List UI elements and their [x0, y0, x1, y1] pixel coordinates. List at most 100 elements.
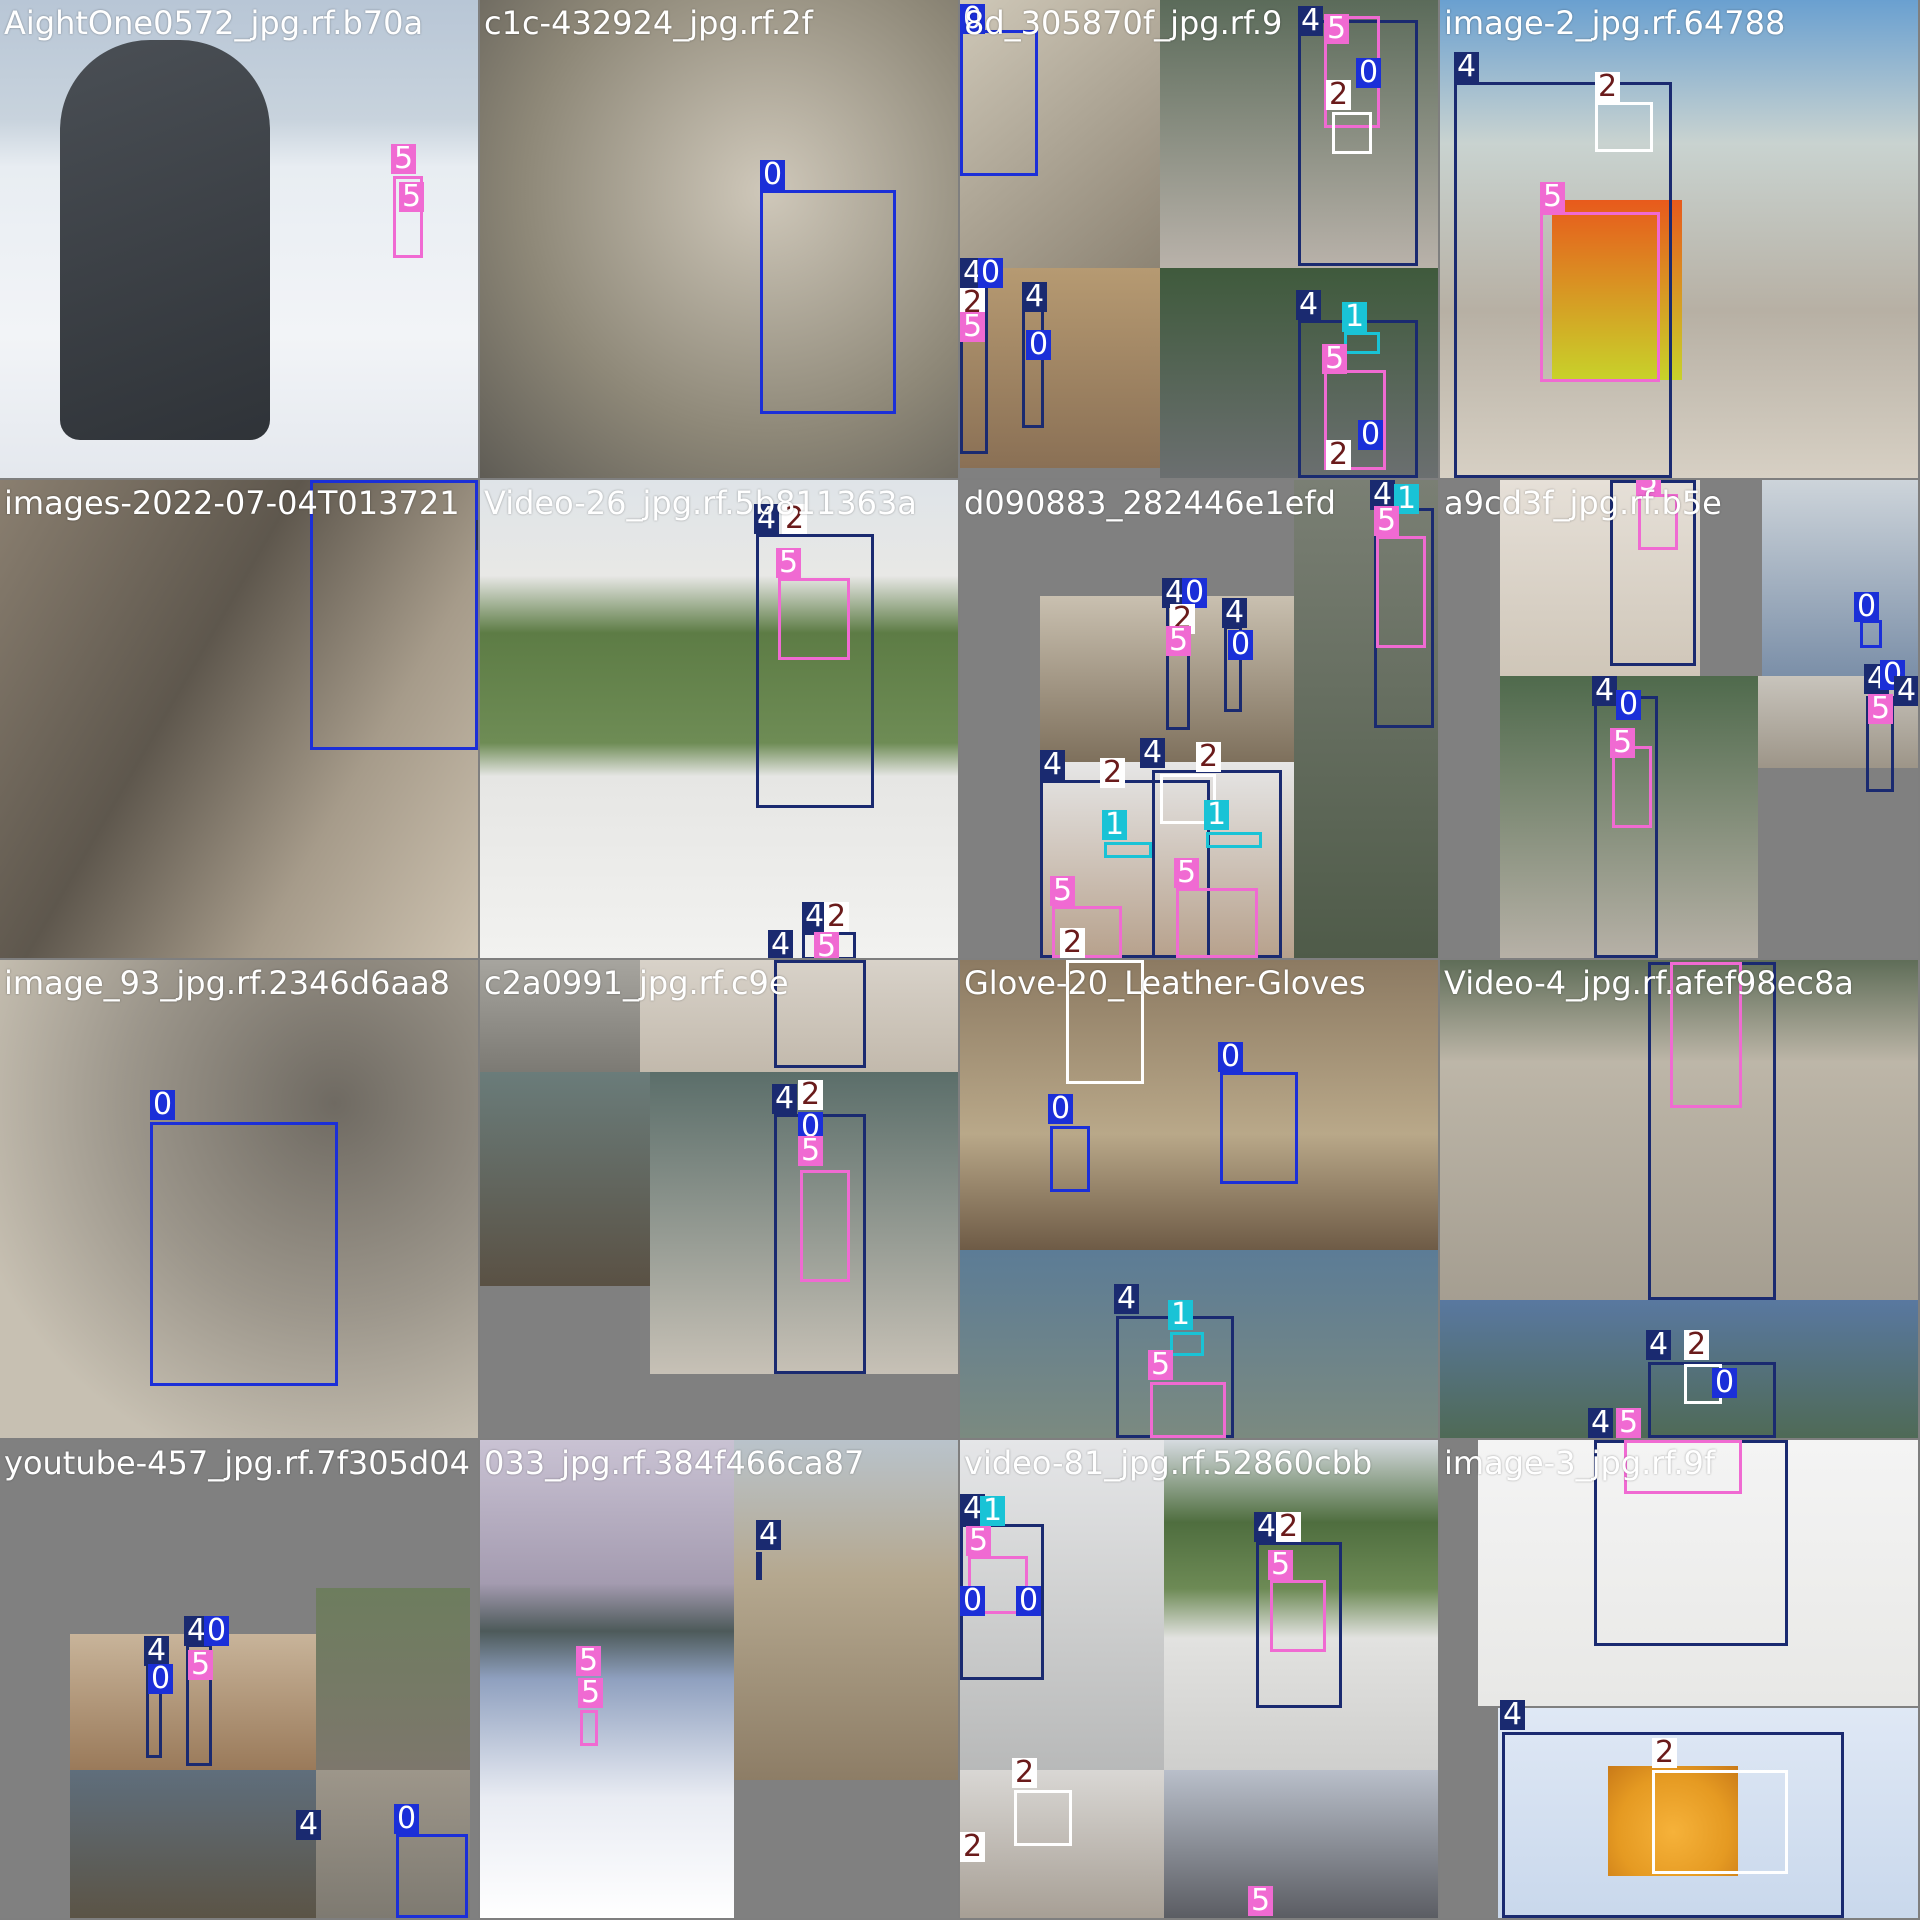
photo — [734, 1440, 958, 1780]
box-label: 4 — [296, 1810, 322, 1840]
photo — [1762, 480, 1918, 676]
box-label: 5 — [188, 1650, 214, 1680]
photo — [70, 1770, 320, 1918]
box-class-0 — [760, 190, 896, 414]
mosaic-tile: c1c-432924_jpg.rf.2f 0 — [480, 0, 958, 478]
box-label: 4 — [1646, 1330, 1672, 1360]
box-label: 0 — [1228, 630, 1254, 660]
mosaic-tile: 8d_305870f_jpg.rf.9 0 4 5 0 2 4 1 5 0 2 … — [960, 0, 1438, 478]
mosaic-grid: AightOne0572_jpg.rf.b70a 5 5 c1c-432924_… — [0, 0, 1920, 1920]
box-label: 2 — [1652, 1738, 1678, 1768]
tile-title: youtube-457_jpg.rf.7f305d04 — [4, 1444, 470, 1482]
mosaic-tile: Video-26_jpg.rf.5b811363a 4 2 5 4 2 4 5 — [480, 480, 958, 958]
box-class-0 — [960, 30, 1038, 176]
box-label: 2 — [1276, 1512, 1302, 1542]
tile-title: a9cd3f_jpg.rf.b5e — [1444, 484, 1722, 522]
box-label: 5 — [576, 1646, 602, 1676]
photo — [480, 1072, 650, 1286]
box-label: 5 — [1610, 728, 1636, 758]
box-label: 5 — [1374, 506, 1400, 536]
box-label: 2 — [1595, 72, 1621, 102]
tile-title: video-81_jpg.rf.52860cbb — [964, 1444, 1373, 1482]
mosaic-tile: Video-4_jpg.rf.afef98ec8a 4 5 0 4 2 0 4 … — [1440, 960, 1918, 1438]
box-label: 5 — [1324, 14, 1350, 44]
photo — [316, 1588, 470, 1770]
box-label: 0 — [978, 258, 1004, 288]
tile-title: 033_jpg.rf.384f466ca87 — [484, 1444, 865, 1482]
tile-title: Video-4_jpg.rf.afef98ec8a — [1444, 964, 1854, 1002]
box-label: 0 — [1026, 330, 1052, 360]
box-label: 4 — [1588, 1408, 1614, 1438]
mosaic-tile: video-81_jpg.rf.52860cbb 4 1 5 0 0 4 2 5… — [960, 1440, 1438, 1918]
box-class-4 — [756, 1552, 762, 1580]
box-label: 1 — [1168, 1300, 1194, 1330]
photo — [960, 268, 1160, 468]
box-label: 2 — [824, 902, 850, 932]
box-label: 2 — [1100, 758, 1126, 788]
box-label: 1 — [980, 1496, 1006, 1526]
box-label: 0 — [148, 1664, 174, 1694]
box-class-1 — [1344, 332, 1380, 354]
box-label: 0 — [1616, 690, 1642, 720]
box-label: 0 — [1048, 1094, 1074, 1124]
box-class-0 — [396, 1834, 468, 1918]
mosaic-tile: d090883_282446e1efd 4 1 5 4 0 2 5 4 0 4 … — [960, 480, 1438, 958]
box-class-2 — [1332, 112, 1372, 154]
box-label: 4 — [768, 930, 794, 958]
box-label: 4 — [1022, 282, 1048, 312]
box-label: 0 — [1356, 58, 1382, 88]
box-label: 1 — [1204, 800, 1230, 830]
box-class-0 — [150, 1122, 338, 1386]
box-label: 5 — [1050, 876, 1076, 906]
box-label: 5 — [399, 182, 425, 212]
box-label: 5 — [814, 932, 840, 958]
mosaic-tile: AightOne0572_jpg.rf.b70a 5 5 — [0, 0, 478, 478]
box-class-0 — [1220, 1072, 1298, 1184]
tile-title: 8d_305870f_jpg.rf.9 — [964, 4, 1283, 42]
tile-title: c1c-432924_jpg.rf.2f — [484, 4, 813, 42]
box-label: 4 — [756, 1520, 782, 1550]
tile-title: AightOne0572_jpg.rf.b70a — [4, 4, 424, 42]
box-label: 5 — [960, 312, 986, 342]
photo — [480, 480, 958, 958]
photo — [480, 1440, 734, 1918]
box-label: 0 — [204, 1616, 230, 1646]
box-label: 4 — [772, 1084, 798, 1114]
box-class-0 — [1050, 1126, 1090, 1192]
tile-title: image-2_jpg.rf.64788 — [1444, 4, 1786, 42]
box-label: 4 — [1894, 676, 1918, 706]
box-label: 0 — [1854, 592, 1880, 622]
box-label: 0 — [1358, 420, 1384, 450]
box-class-4 — [756, 534, 874, 808]
box-label: 5 — [798, 1136, 824, 1166]
box-class-1 — [1206, 832, 1262, 848]
box-label: 4 — [476, 520, 478, 550]
box-class-5 — [800, 1170, 850, 1282]
box-label: 0 — [1218, 1042, 1244, 1072]
box-label: 2 — [1196, 742, 1222, 772]
box-label: 5 — [1322, 344, 1348, 374]
mosaic-tile: 033_jpg.rf.384f466ca87 5 5 4 — [480, 1440, 958, 1918]
box-label: 0 — [1016, 1586, 1042, 1616]
box-label: 0 — [960, 1586, 986, 1616]
box-label: 5 — [1248, 1886, 1274, 1916]
box-class-5 — [1540, 212, 1660, 382]
mosaic-tile: a9cd3f_jpg.rf.b5e 4 5 4 2 0 4 0 5 4 0 4 … — [1440, 480, 1918, 958]
box-label: 4 — [1296, 290, 1322, 320]
tile-title: image-3_jpg.rf.9f — [1444, 1444, 1716, 1482]
box-label: 1 — [1102, 810, 1128, 840]
mosaic-tile: image_93_jpg.rf.2346d6aa8 0 — [0, 960, 478, 1438]
box-label: 2 — [1684, 1330, 1710, 1360]
mosaic-tile: youtube-457_jpg.rf.7f305d04 4 0 5 4 0 4 … — [0, 1440, 478, 1918]
box-label: 4 — [1500, 1700, 1526, 1730]
tile-title: d090883_282446e1efd — [964, 484, 1336, 522]
box-label: 4 — [1140, 738, 1166, 768]
box-label: 5 — [1868, 694, 1894, 724]
box-label: 4 — [1592, 676, 1618, 706]
box-class-5 — [580, 1710, 598, 1746]
box-class-1 — [1104, 842, 1152, 858]
box-label: 4 — [1114, 1284, 1140, 1314]
box-label: 0 — [394, 1804, 420, 1834]
box-class-5 — [778, 578, 850, 660]
tile-title: image_93_jpg.rf.2346d6aa8 — [4, 964, 451, 1002]
